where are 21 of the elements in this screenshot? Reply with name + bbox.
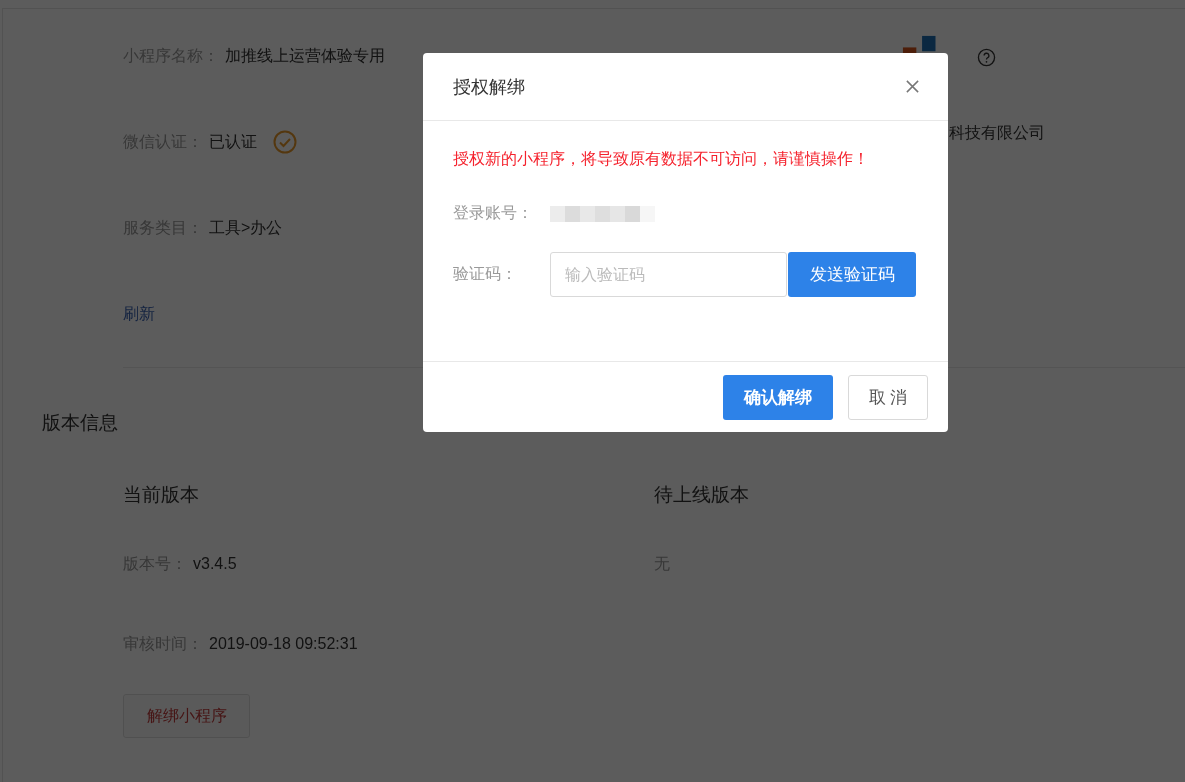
confirm-button[interactable]: 确认解绑 — [723, 374, 833, 420]
column-heading: 当前版本 — [123, 483, 200, 506]
field-label: 登录账号： — [453, 203, 534, 223]
field-value: 加推线上运营体验专用 — [225, 45, 385, 66]
field-label: 验证码： — [453, 264, 518, 284]
column-heading: 待上线版本 — [654, 483, 750, 506]
close-icon[interactable] — [905, 79, 920, 94]
section-title: 版本信息 — [41, 411, 119, 435]
field-value: v3.4.5 — [193, 555, 237, 573]
help-icon[interactable] — [977, 47, 996, 67]
field-value: 工具>办公 — [209, 217, 283, 238]
send-code-button[interactable]: 发送验证码 — [788, 252, 916, 297]
verification-code-field[interactable]: 输入验证码 — [550, 252, 787, 297]
dialog-title: 授权解绑 — [453, 75, 525, 99]
unbind-button[interactable]: 解绑小程序 — [123, 694, 250, 738]
refresh-link[interactable]: 刷新 — [123, 303, 155, 325]
warning-message: 授权新的小程序，将导致原有数据不可访问，请谨慎操作！ — [453, 149, 870, 169]
cancel-button[interactable]: 取 消 — [848, 374, 928, 420]
field-value: 2019-09-18 09:52:31 — [209, 635, 358, 653]
field-value: 已认证 — [209, 131, 257, 152]
company-name: 科技有限公司 — [949, 124, 1045, 141]
